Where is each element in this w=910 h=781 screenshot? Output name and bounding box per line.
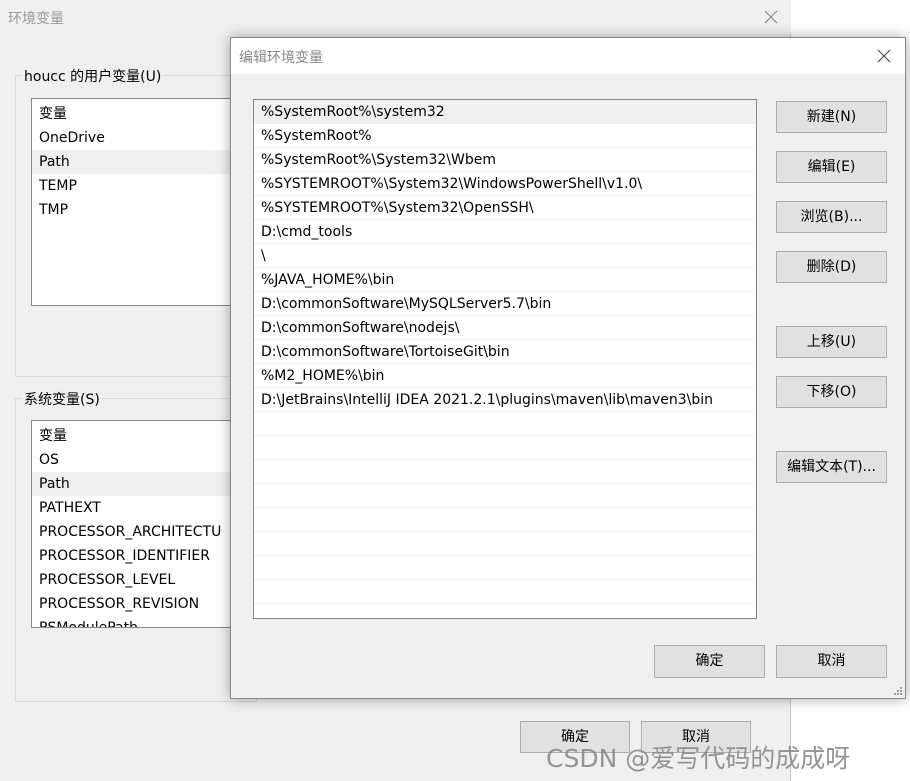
resize-grip-icon[interactable] [893, 686, 903, 696]
list-item[interactable]: PROCESSOR_LEVEL [32, 568, 256, 592]
list-item[interactable]: \ [254, 244, 756, 268]
list-item[interactable]: D:\cmd_tools [254, 220, 756, 244]
ok-button-label: 确定 [695, 653, 724, 669]
list-item[interactable]: PSModulePath [32, 616, 256, 627]
list-item[interactable]: D:\commonSoftware\nodejs\ [254, 316, 756, 340]
list-item[interactable]: %SystemRoot% [254, 124, 756, 148]
list-header-variable[interactable]: 变量 [32, 102, 256, 126]
empty-list-row[interactable] [254, 412, 756, 436]
list-item[interactable]: %SystemRoot%\System32\Wbem [254, 148, 756, 172]
empty-list-row[interactable] [254, 532, 756, 556]
edit-button[interactable]: 编辑(E) [776, 151, 887, 183]
list-item[interactable]: OS [32, 448, 256, 472]
window-title: 编辑环境变量 [239, 50, 323, 66]
list-item-selected[interactable]: %SystemRoot%\system32 [254, 100, 756, 124]
empty-list-row[interactable] [254, 460, 756, 484]
user-variables-label: houcc 的用户变量(U) [22, 66, 164, 86]
empty-list-row[interactable] [254, 484, 756, 508]
list-item[interactable]: PATHEXT [32, 496, 256, 520]
path-entries-list[interactable]: %SystemRoot%\system32 %SystemRoot% %Syst… [253, 99, 757, 619]
edit-environment-variable-dialog: 编辑环境变量 %SystemRoot%\system32 %SystemRoot… [230, 37, 906, 699]
list-item[interactable]: D:\commonSoftware\MySQLServer5.7\bin [254, 292, 756, 316]
title-bar: 环境变量 [0, 0, 791, 34]
list-item[interactable]: PROCESSOR_IDENTIFIER [32, 544, 256, 568]
list-item[interactable]: D:\commonSoftware\TortoiseGit\bin [254, 340, 756, 364]
list-header-variable[interactable]: 变量 [32, 424, 256, 448]
move-up-button[interactable]: 上移(U) [776, 326, 887, 358]
list-item[interactable]: %SYSTEMROOT%\System32\WindowsPowerShell\… [254, 172, 756, 196]
edit-text-button-label: 编辑文本(T)... [787, 459, 876, 475]
close-icon[interactable] [875, 47, 893, 65]
edit-button-label: 编辑(E) [807, 159, 856, 175]
edit-text-button[interactable]: 编辑文本(T)... [776, 451, 887, 483]
delete-button-label: 删除(D) [806, 259, 857, 275]
close-icon[interactable] [762, 8, 780, 26]
window-title: 环境变量 [8, 11, 64, 27]
list-item[interactable]: PROCESSOR_ARCHITECTU [32, 520, 256, 544]
title-bar: 编辑环境变量 [231, 38, 905, 74]
delete-button[interactable]: 删除(D) [776, 251, 887, 283]
empty-list-row[interactable] [254, 436, 756, 460]
list-item-selected[interactable]: Path [32, 150, 256, 174]
move-down-button-label: 下移(O) [806, 384, 857, 400]
empty-list-row[interactable] [254, 556, 756, 580]
browse-button[interactable]: 浏览(B)... [776, 201, 887, 233]
system-variables-list[interactable]: 变量 OS Path PATHEXT PROCESSOR_ARCHITECTU … [31, 420, 256, 628]
list-item[interactable]: PROCESSOR_REVISION [32, 592, 256, 616]
new-button[interactable]: 新建(N) [776, 101, 887, 133]
watermark: CSDN @爱写代码的成成呀 [546, 744, 851, 773]
list-item[interactable]: %M2_HOME%\bin [254, 364, 756, 388]
cancel-button-label: 取消 [817, 653, 846, 669]
new-button-label: 新建(N) [806, 109, 857, 125]
list-item[interactable]: %SYSTEMROOT%\System32\OpenSSH\ [254, 196, 756, 220]
list-item[interactable]: D:\JetBrains\IntelliJ IDEA 2021.2.1\plug… [254, 388, 756, 412]
list-item[interactable]: TMP [32, 198, 256, 222]
list-item[interactable]: %JAVA_HOME%\bin [254, 268, 756, 292]
user-variables-list[interactable]: 变量 OneDrive Path TEMP TMP [31, 98, 256, 306]
list-item-selected[interactable]: Path [32, 472, 256, 496]
system-variables-label: 系统变量(S) [22, 389, 102, 409]
browse-button-label: 浏览(B)... [800, 209, 863, 225]
cancel-button[interactable]: 取消 [776, 645, 887, 678]
move-down-button[interactable]: 下移(O) [776, 376, 887, 408]
empty-list-row[interactable] [254, 580, 756, 604]
ok-button[interactable]: 确定 [654, 645, 765, 678]
move-up-button-label: 上移(U) [806, 334, 857, 350]
list-item[interactable]: OneDrive [32, 126, 256, 150]
empty-list-row[interactable] [254, 508, 756, 532]
list-item[interactable]: TEMP [32, 174, 256, 198]
